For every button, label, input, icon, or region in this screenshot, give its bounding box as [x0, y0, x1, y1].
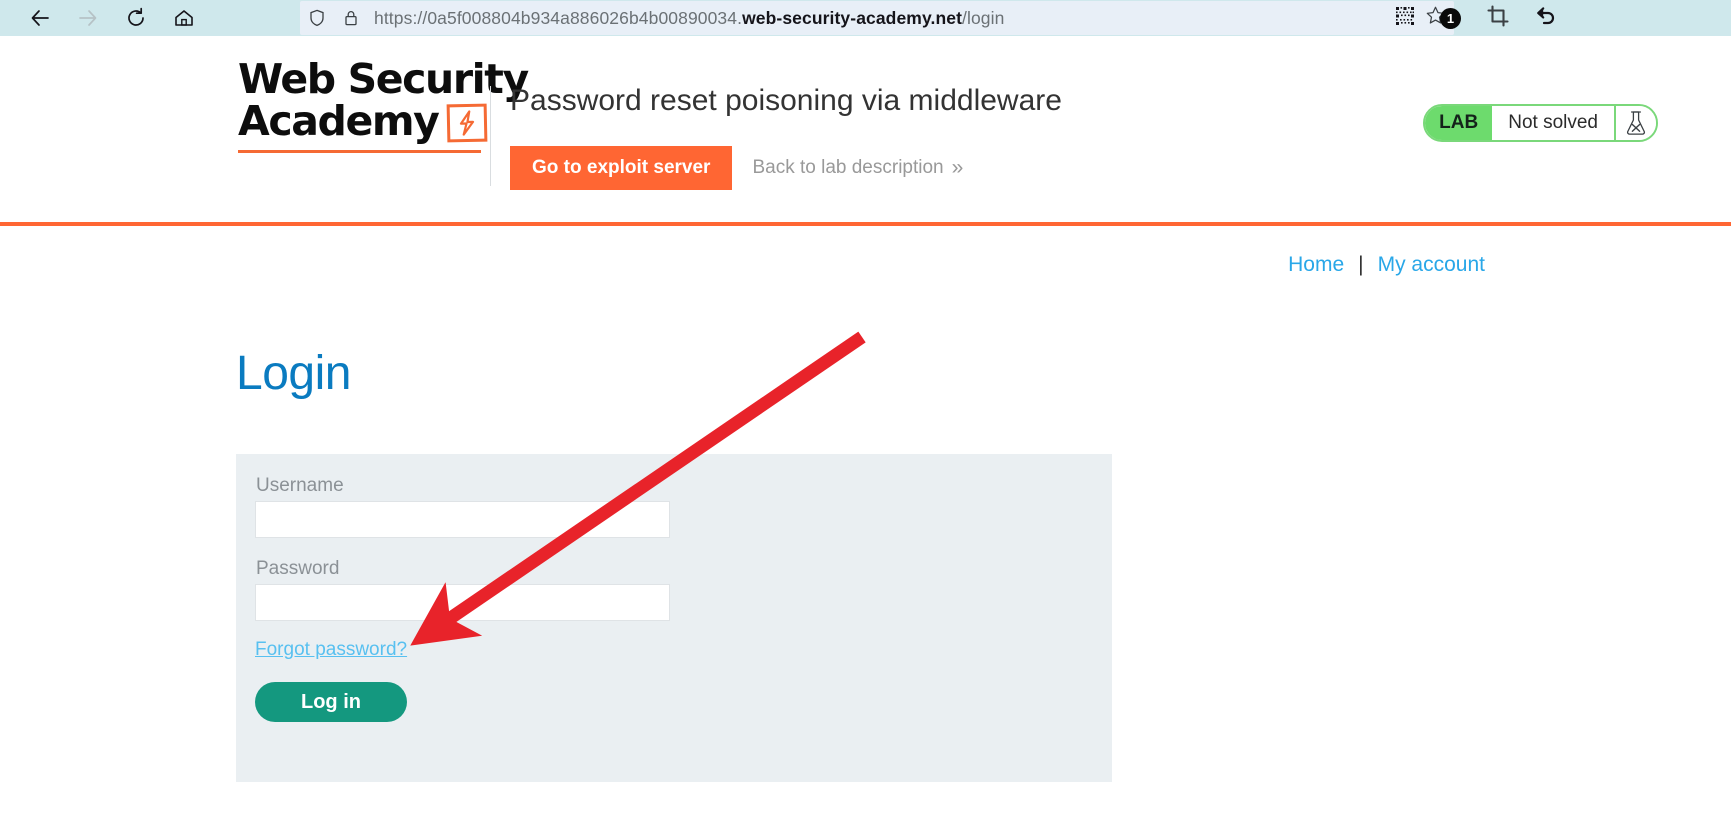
double-chevron-right-icon: » [951, 156, 964, 179]
forward-button[interactable] [64, 1, 112, 35]
page-title: Login [236, 347, 351, 401]
back-to-lab-description-link[interactable]: Back to lab description » [752, 156, 963, 180]
back-arrow-icon [29, 7, 51, 29]
notification-count-badge[interactable]: 1 [1440, 7, 1461, 29]
browser-toolbar: https://0a5f008804b934a886026b4b00890034… [0, 0, 1731, 36]
undo-arrow-icon[interactable] [1535, 5, 1557, 32]
logo-line-1: Web Security [238, 55, 529, 103]
home-button[interactable] [160, 1, 208, 35]
qr-code-icon[interactable] [1395, 6, 1415, 31]
browser-nav-buttons [0, 1, 208, 35]
username-label: Username [256, 475, 344, 496]
status-badge-tag: LAB [1425, 106, 1493, 140]
header-actions: Go to exploit server Back to lab descrip… [510, 146, 963, 190]
browser-extension-icons: 1 [1440, 0, 1557, 36]
header-orange-rule [0, 222, 1731, 226]
password-input[interactable] [255, 584, 670, 621]
web-security-academy-logo[interactable]: Web Security Academy [238, 55, 529, 153]
nav-link-my-account[interactable]: My account [1378, 253, 1485, 277]
url-path: /login [962, 7, 1005, 28]
home-icon [173, 7, 195, 29]
back-to-lab-label: Back to lab description [752, 157, 944, 178]
flask-not-solved-icon [1614, 106, 1656, 140]
status-badge-state: Not solved [1492, 106, 1614, 140]
lightning-bolt-icon [446, 103, 487, 143]
reload-icon [125, 7, 147, 29]
logo-line-2-row: Academy [238, 97, 488, 145]
top-navigation: Home | My account [1288, 253, 1485, 277]
header-divider [490, 86, 491, 186]
status-badge[interactable]: LAB Not solved [1423, 104, 1658, 142]
shield-icon[interactable] [300, 9, 334, 27]
username-input[interactable] [255, 501, 670, 538]
url-text: https://0a5f008804b934a886026b4b00890034… [374, 8, 1004, 29]
logo-line-2: Academy [238, 97, 440, 145]
logo-underline [238, 150, 481, 153]
login-form-panel: Username Password Forgot password? Log i… [236, 454, 1112, 782]
crop-screenshot-icon[interactable] [1487, 4, 1509, 32]
lab-title: Password reset poisoning via middleware [510, 84, 1062, 117]
go-to-exploit-server-button[interactable]: Go to exploit server [510, 146, 733, 190]
log-in-button[interactable]: Log in [255, 682, 407, 722]
page-body: Web Security Academy Password reset pois… [0, 36, 1731, 833]
url-subdomain: 0a5f008804b934a886026b4b00890034. [427, 7, 743, 28]
address-bar[interactable]: https://0a5f008804b934a886026b4b00890034… [300, 1, 1454, 35]
site-header: Web Security Academy Password reset pois… [0, 36, 1731, 226]
reload-button[interactable] [112, 1, 160, 35]
back-button[interactable] [16, 1, 64, 35]
forgot-password-link[interactable]: Forgot password? [255, 639, 407, 661]
password-label: Password [256, 558, 340, 579]
nav-separator: | [1358, 253, 1364, 276]
nav-link-home[interactable]: Home [1288, 253, 1344, 277]
padlock-icon[interactable] [334, 9, 368, 27]
forward-arrow-icon [77, 7, 99, 29]
url-scheme: https:// [374, 7, 428, 28]
url-host: web-security-academy.net [742, 7, 963, 28]
